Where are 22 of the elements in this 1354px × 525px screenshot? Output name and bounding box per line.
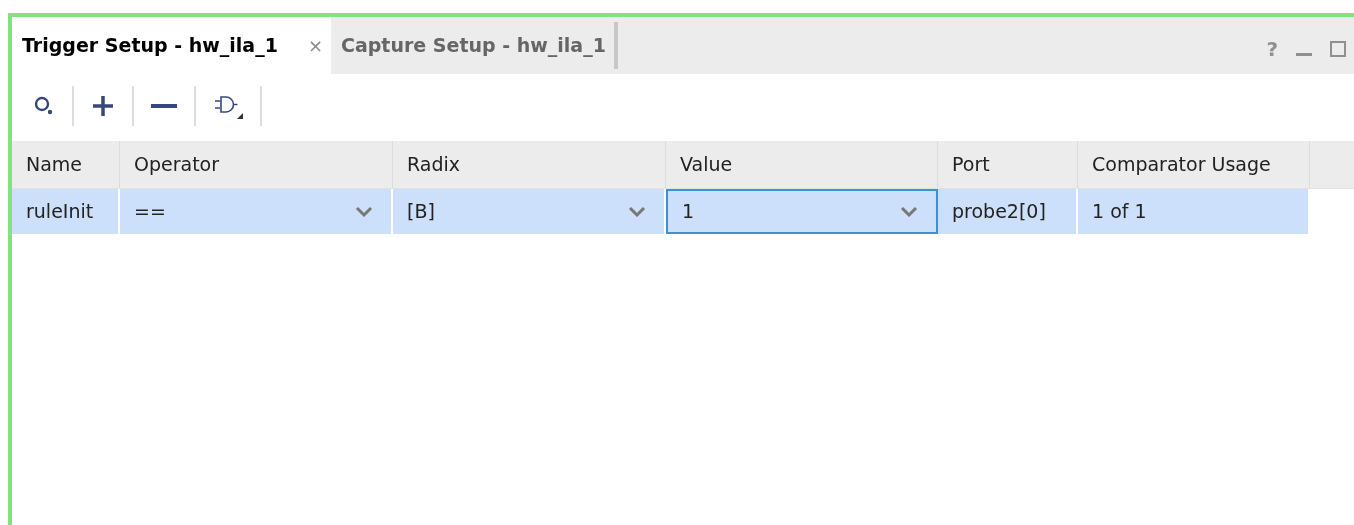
maximize-button[interactable]: [1330, 40, 1346, 57]
dropdown[interactable]: ==: [120, 189, 393, 234]
table-row[interactable]: ruleInit == [B] 1 probe2[0] 1 of 1: [12, 189, 1310, 234]
column-header[interactable]: Comparator Usage: [1078, 141, 1310, 188]
search-icon: [33, 94, 55, 117]
dropdown[interactable]: [B]: [393, 189, 666, 234]
column-header[interactable]: Name: [12, 141, 120, 188]
dropdown[interactable]: 1: [666, 189, 938, 234]
column-header[interactable]: Value: [666, 141, 938, 188]
column-header[interactable]: Operator: [120, 141, 393, 188]
plus-icon: [91, 93, 115, 118]
chevron-down-icon: [355, 206, 373, 217]
tab[interactable]: Trigger Setup - hw_ila_1 ×: [12, 17, 331, 74]
table-cell: probe2[0]: [938, 189, 1078, 234]
minus-icon: [151, 102, 177, 109]
column-header[interactable]: Radix: [393, 141, 666, 188]
close-button[interactable]: ×: [307, 32, 323, 59]
chevron-down-icon: [900, 206, 918, 217]
table-cell: ruleInit: [12, 189, 120, 234]
table-cell: 1 of 1: [1078, 189, 1310, 234]
chevron-down-icon: [628, 206, 646, 217]
column-header[interactable]: Port: [938, 141, 1078, 188]
